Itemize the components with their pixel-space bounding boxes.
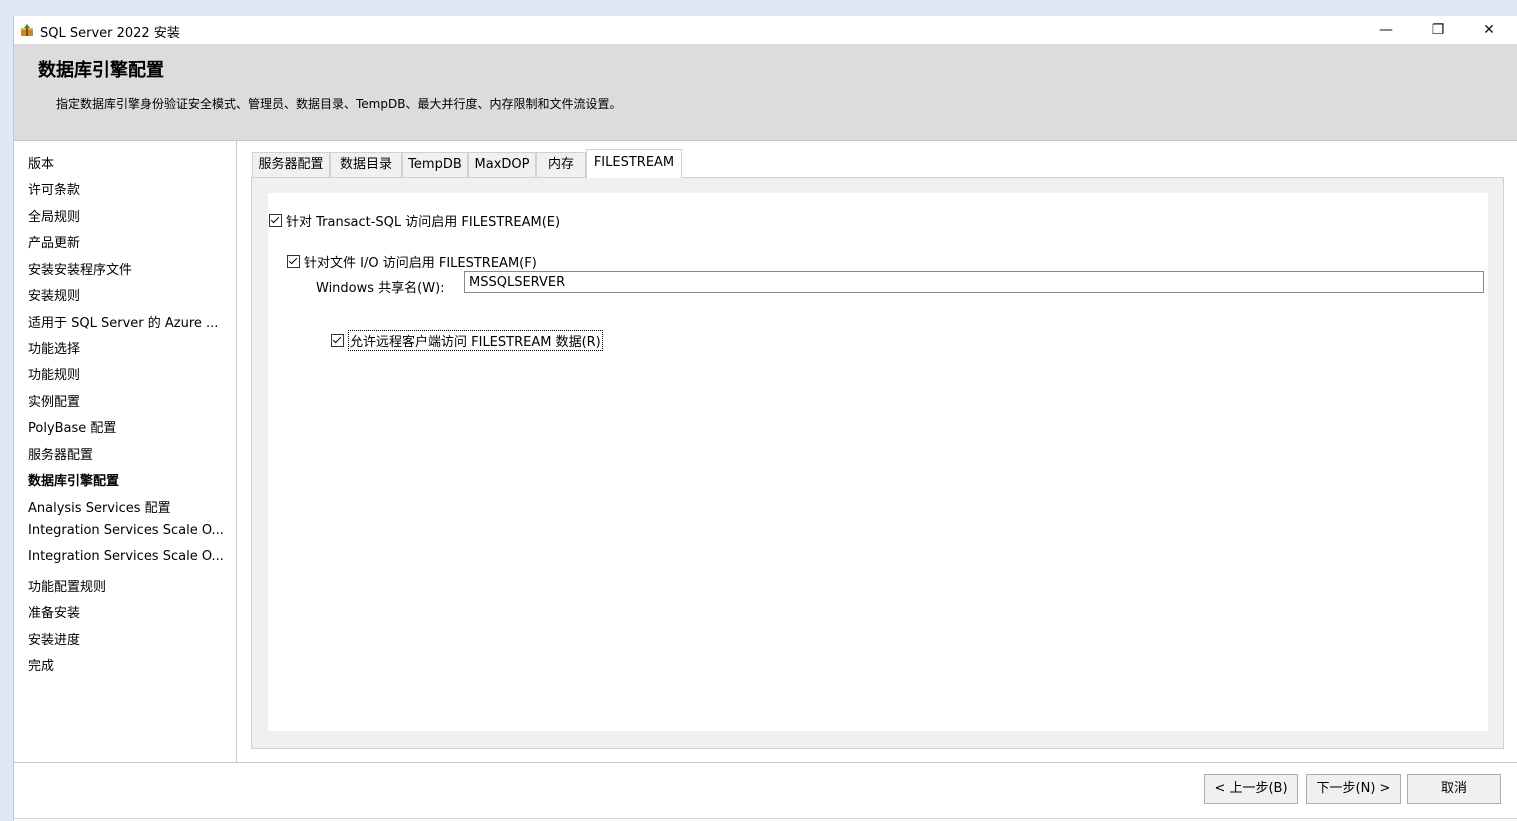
nav-item-ready-to-install[interactable]: 准备安装 (28, 602, 228, 621)
nav-item-edition[interactable]: 版本 (28, 153, 228, 172)
back-button[interactable]: < 上一步(B) (1204, 774, 1298, 804)
nav-item-install-progress[interactable]: 安装进度 (28, 629, 228, 648)
nav-item-license[interactable]: 许可条款 (28, 179, 228, 198)
title-bar: SQL Server 2022 安装 — ❐ ✕ (14, 16, 1517, 44)
nav-item-integration-scale-out-2[interactable]: Integration Services Scale O... (28, 549, 228, 564)
nav-item-instance-config[interactable]: 实例配置 (28, 391, 228, 410)
share-name-input[interactable]: MSSQLSERVER (464, 271, 1484, 293)
tab-data-directories[interactable]: 数据目录 (330, 152, 402, 177)
nav-item-complete[interactable]: 完成 (28, 655, 228, 674)
nav-item-product-updates[interactable]: 产品更新 (28, 232, 228, 251)
footer-divider (14, 762, 1517, 763)
window-title: SQL Server 2022 安装 (40, 26, 180, 41)
tsql-filestream-checkbox[interactable] (269, 214, 282, 227)
share-name-label: Windows 共享名(W): (316, 281, 445, 296)
nav-item-azure-extension[interactable]: 适用于 SQL Server 的 Azure ... (28, 312, 228, 331)
page-title: 数据库引擎配置 (38, 60, 164, 81)
nav-item-feature-config-rules[interactable]: 功能配置规则 (28, 576, 228, 595)
tab-memory[interactable]: 内存 (536, 152, 586, 177)
nav-item-analysis-services-config[interactable]: Analysis Services 配置 (28, 497, 228, 516)
remote-access-label: 允许远程客户端访问 FILESTREAM 数据(R) (348, 330, 603, 351)
fileio-filestream-label: 针对文件 I/O 访问启用 FILESTREAM(F) (304, 256, 537, 271)
page-description: 指定数据库引擎身份验证安全模式、管理员、数据目录、TempDB、最大并行度、内存… (56, 97, 622, 111)
tab-tempdb[interactable]: TempDB (402, 152, 468, 177)
fileio-filestream-option[interactable]: 针对文件 I/O 访问启用 FILESTREAM(F) (287, 252, 537, 271)
tab-filestream[interactable]: FILESTREAM (586, 149, 682, 178)
nav-item-install-setup-files[interactable]: 安装安装程序文件 (28, 259, 228, 278)
page-header: 数据库引擎配置 指定数据库引擎身份验证安全模式、管理员、数据目录、TempDB、… (14, 44, 1517, 141)
remote-access-option[interactable]: 允许远程客户端访问 FILESTREAM 数据(R) (331, 330, 603, 351)
filestream-tab-panel: 针对 Transact-SQL 访问启用 FILESTREAM(E) 针对文件 … (251, 177, 1504, 749)
close-button[interactable]: ✕ (1466, 16, 1512, 44)
nav-item-polybase-config[interactable]: PolyBase 配置 (28, 417, 228, 436)
nav-item-global-rules[interactable]: 全局规则 (28, 206, 228, 225)
tab-server-config[interactable]: 服务器配置 (252, 152, 330, 177)
nav-item-server-config[interactable]: 服务器配置 (28, 444, 228, 463)
tsql-filestream-option[interactable]: 针对 Transact-SQL 访问启用 FILESTREAM(E) (269, 211, 560, 230)
fileio-filestream-checkbox[interactable] (287, 255, 300, 268)
next-button[interactable]: 下一步(N) > (1306, 774, 1401, 804)
tsql-filestream-label: 针对 Transact-SQL 访问启用 FILESTREAM(E) (286, 215, 561, 230)
step-navigation: 版本 许可条款 全局规则 产品更新 安装安装程序文件 安装规则 适用于 SQL … (14, 141, 237, 762)
cancel-button[interactable]: 取消 (1407, 774, 1501, 804)
nav-item-database-engine-config[interactable]: 数据库引擎配置 (28, 470, 228, 489)
remote-access-checkbox[interactable] (331, 334, 344, 347)
nav-item-integration-scale-out-1[interactable]: Integration Services Scale O... (28, 523, 228, 538)
bottom-divider (14, 818, 1517, 819)
nav-item-install-rules[interactable]: 安装规则 (28, 285, 228, 304)
nav-item-feature-rules[interactable]: 功能规则 (28, 364, 228, 383)
minimize-button[interactable]: — (1363, 16, 1409, 44)
nav-item-feature-selection[interactable]: 功能选择 (28, 338, 228, 357)
setup-window: SQL Server 2022 安装 — ❐ ✕ 数据库引擎配置 指定数据库引擎… (13, 16, 1517, 821)
filestream-settings: 针对 Transact-SQL 访问启用 FILESTREAM(E) 针对文件 … (268, 193, 1488, 731)
sql-setup-app-icon (21, 24, 33, 36)
tab-maxdop[interactable]: MaxDOP (468, 152, 536, 177)
restore-button[interactable]: ❐ (1415, 16, 1461, 44)
